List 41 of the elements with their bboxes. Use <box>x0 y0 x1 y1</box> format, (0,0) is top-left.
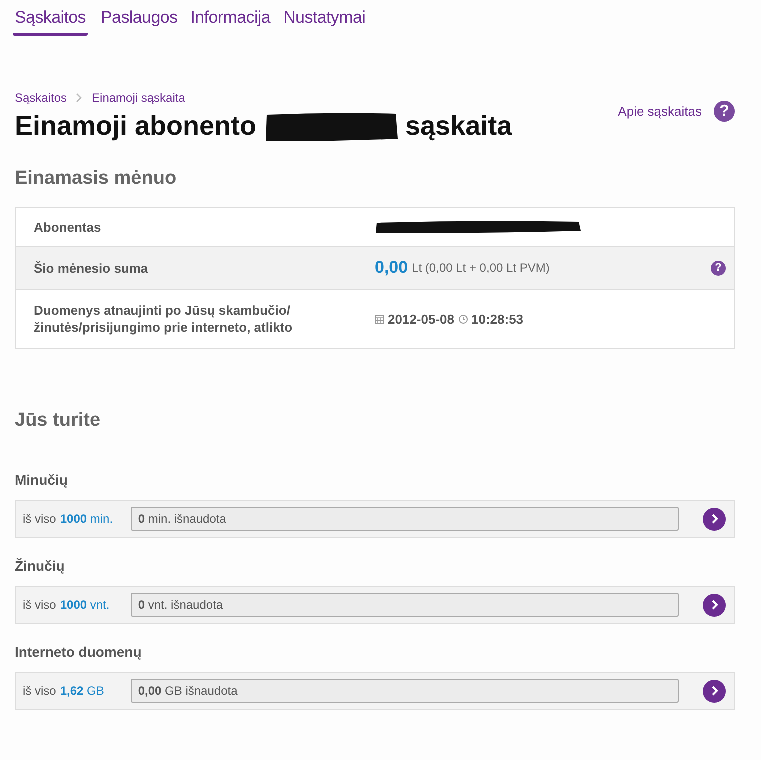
chevron-icon <box>76 93 84 103</box>
total-value: 1000 vnt. <box>60 598 111 612</box>
calendar-icon <box>375 314 384 324</box>
total-label: iš viso <box>23 512 56 526</box>
breadcrumb-link[interactable]: Einamoji sąskaita <box>92 91 186 105</box>
nav-tab[interactable]: Informacija <box>190 8 271 36</box>
help-link[interactable]: Apie sąskaitas <box>618 104 702 119</box>
total-value: 1,62 GB <box>60 684 106 698</box>
nav-tab[interactable]: Nustatymai <box>284 8 366 36</box>
usage-text: 0 vnt. išnaudota <box>137 598 224 612</box>
nav-tab[interactable]: Sąskaitos <box>13 8 88 36</box>
subsection-heading: Minučių <box>15 472 69 488</box>
chevron-icon <box>710 686 718 696</box>
clock-icon <box>458 314 468 324</box>
total-label: iš viso <box>23 684 56 698</box>
chevron-icon <box>710 514 718 524</box>
details-button[interactable] <box>703 680 726 702</box>
section-heading: Jūs turite <box>15 410 102 432</box>
help-icon: ? <box>711 260 726 276</box>
usage-text: 0 min. išnaudota <box>137 512 226 526</box>
total-value: 1000 min. <box>60 512 114 526</box>
help-icon: ? <box>714 101 735 122</box>
date-text: 2012-05-08 <box>388 312 454 326</box>
breadcrumb-link[interactable]: Sąskaitos <box>15 91 68 105</box>
subsection-heading: Interneto duomenų <box>15 644 143 660</box>
details-button[interactable] <box>703 508 726 530</box>
time-text: 10:28:53 <box>472 312 524 326</box>
amount-value: 0,00 <box>375 258 408 278</box>
section-heading: Einamasis mėnuo <box>15 168 178 190</box>
row-label: Šio mėnesio suma <box>34 260 150 276</box>
row-label: Abonentas <box>34 218 102 236</box>
amount-detail: Lt (0,00 Lt + 0,00 Lt PVM) <box>412 261 550 275</box>
usage-text: 0,00 GB išnaudota <box>137 684 238 698</box>
details-button[interactable] <box>703 594 726 616</box>
total-label: iš viso <box>23 598 56 612</box>
page-title: sąskaita <box>406 111 512 142</box>
nav-tab[interactable]: Paslaugos <box>101 8 178 36</box>
chevron-icon <box>710 600 718 610</box>
page-title: Einamoji abonento <box>15 111 257 142</box>
subsection-heading: Žinučių <box>15 558 66 574</box>
row-label: Duomenys atnaujinti po Jūsų skambučio/žinutės/prisijungimo prie interneto, atlikto <box>34 302 294 336</box>
